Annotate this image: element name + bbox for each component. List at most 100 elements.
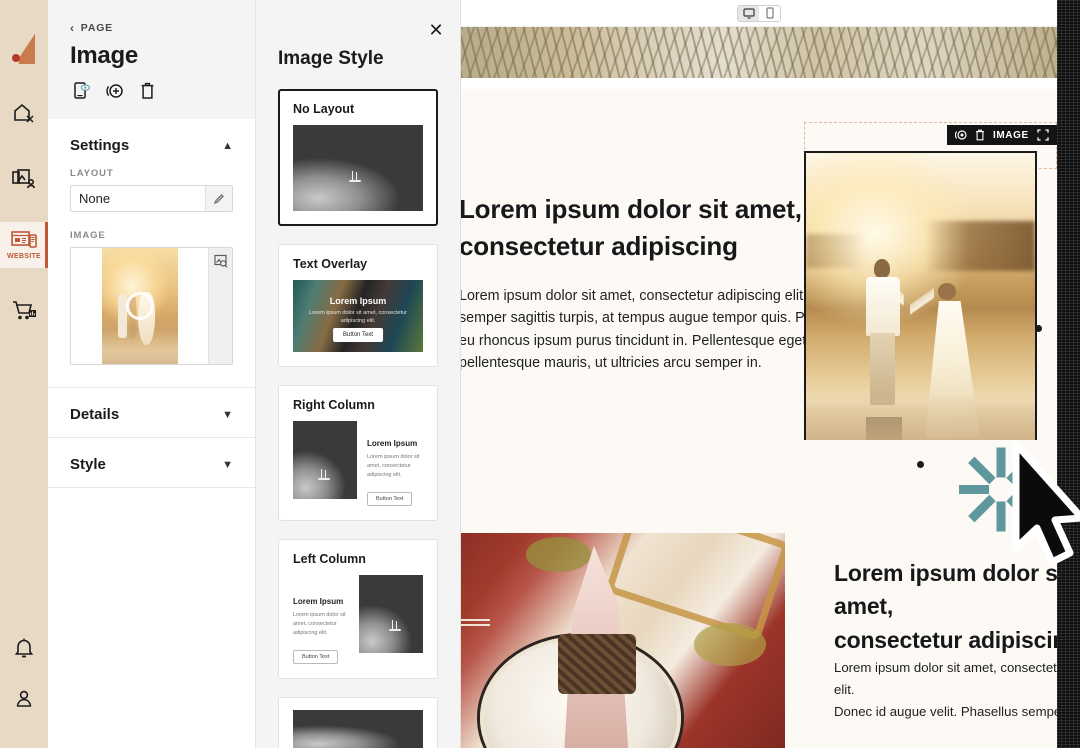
preview-button: Button Text <box>367 492 413 507</box>
chevron-up-icon: ▲ <box>222 139 233 152</box>
hero-gap <box>461 78 1057 89</box>
desktop-view-button[interactable] <box>738 5 759 21</box>
layout-field-label: LAYOUT <box>70 168 114 179</box>
breadcrumb-page[interactable]: ‹ PAGE <box>48 22 255 34</box>
section-two-body[interactable]: Lorem ipsum dolor sit amet, consectetur … <box>834 657 1057 722</box>
mobile-visibility-icon[interactable] <box>74 82 90 105</box>
preview-image <box>293 421 357 499</box>
selected-image-block[interactable] <box>804 151 1037 465</box>
style-section-title: Style <box>70 456 106 473</box>
style-card-title: Text Overlay <box>293 257 368 271</box>
preview-title: Lorem Ipsum <box>329 296 387 306</box>
website-icon <box>11 230 37 248</box>
image-block-toolbar: IMAGE <box>947 125 1057 145</box>
sidebar-item-website-label: WEBSITE <box>7 252 41 260</box>
sidebar-item-account[interactable] <box>14 690 34 714</box>
style-section-toggle[interactable]: Style ▼ <box>48 438 255 487</box>
style-card-text-overlay[interactable]: Text Overlay Lorem Ipsum Lorem ipsum dol… <box>278 244 438 367</box>
image-block-label: IMAGE <box>993 129 1029 141</box>
app-root: WEBSITE ‹ PAGE Image Settings ▲ LAYOUT N… <box>0 0 1080 748</box>
preview-button: Button Text <box>333 328 383 342</box>
style-card-left-column[interactable]: Left Column Lorem Ipsum Lorem ipsum dolo… <box>278 539 438 680</box>
preview-body: Lorem ipsum dolor sit amet, consectetur … <box>309 310 407 325</box>
focal-point-handle[interactable] <box>125 292 154 320</box>
image-style-list: No Layout Text Overlay Lorem Ipsum Lorem… <box>256 70 460 748</box>
trash-icon[interactable] <box>140 82 155 105</box>
panel-header: ‹ PAGE Image <box>48 0 255 119</box>
sidebar-item-notifications[interactable] <box>14 638 34 664</box>
target-icon[interactable] <box>955 129 967 141</box>
preview-image <box>359 575 423 654</box>
image-search-icon <box>213 254 227 268</box>
panel-header-actions <box>48 70 255 105</box>
expand-icon[interactable] <box>1037 129 1049 141</box>
media-library-icon <box>12 169 36 189</box>
details-section-toggle[interactable]: Details ▼ <box>48 388 255 437</box>
hero-banner-image[interactable] <box>461 27 1057 78</box>
mobile-icon <box>765 7 774 19</box>
style-card-title: Left Column <box>293 552 366 567</box>
add-target-icon[interactable] <box>106 82 124 105</box>
sidebar-item-website[interactable]: WEBSITE <box>0 222 48 268</box>
image-thumbnail <box>71 248 208 364</box>
preview-body: Lorem ipsum dolor sit amet, consectetur … <box>293 612 346 637</box>
image-field-label: IMAGE <box>70 230 106 241</box>
left-nav-rail: WEBSITE <box>0 0 48 748</box>
wedding-couple-photo <box>806 153 1035 463</box>
style-preview <box>293 125 423 211</box>
image-picker-field[interactable] <box>70 247 233 365</box>
style-card-no-layout[interactable]: No Layout <box>278 89 438 226</box>
resize-handle-bottom[interactable] <box>917 461 924 468</box>
home-edit-icon <box>14 103 34 123</box>
edit-pencil-icon[interactable] <box>205 186 232 211</box>
page-title: Image <box>70 42 138 69</box>
chevron-down-icon: ▼ <box>222 408 233 421</box>
chevron-down-icon: ▼ <box>222 458 233 471</box>
brand-logo-icon[interactable] <box>7 34 41 70</box>
bell-icon <box>14 638 34 658</box>
page-canvas: Lorem ipsum dolor sit amet, consectetur … <box>461 0 1057 748</box>
store-cart-icon <box>12 301 36 320</box>
mobile-view-button[interactable] <box>759 5 780 21</box>
preview-title: Lorem Ipsum <box>367 439 418 448</box>
boat-icon <box>388 620 402 632</box>
settings-section-toggle[interactable]: Settings ▲ <box>48 119 255 168</box>
settings-section-title: Settings <box>70 137 130 154</box>
style-card-title: Right Column <box>293 398 375 412</box>
details-section-title: Details <box>70 406 120 423</box>
preview-button: Button Text <box>293 650 339 665</box>
divider <box>48 487 255 488</box>
style-card-right-column[interactable]: Right Column Lorem Ipsum Lorem ipsum dol… <box>278 385 438 522</box>
chevron-left-icon: ‹ <box>70 21 75 35</box>
layout-select-value: None <box>79 191 111 206</box>
style-card-next[interactable] <box>278 697 438 748</box>
preview-title: Lorem Ipsum <box>293 597 344 607</box>
boat-icon <box>348 171 362 183</box>
style-preview: Lorem Ipsum Lorem ipsum dolor sit amet, … <box>293 575 423 665</box>
view-toggle <box>737 4 781 22</box>
section-two-heading[interactable]: Lorem ipsum dolor sit amet, consectetur … <box>834 557 1057 657</box>
style-card-title: No Layout <box>293 102 355 116</box>
person-icon <box>16 690 32 707</box>
trash-icon[interactable] <box>975 129 985 141</box>
style-preview <box>293 710 423 748</box>
content-section-two: Lorem ipsum dolor sit amet, consectetur … <box>461 440 1057 748</box>
image-browse-button[interactable] <box>208 248 232 364</box>
resize-handle-right[interactable] <box>1035 325 1042 332</box>
canvas-right-edge <box>1057 0 1080 748</box>
breadcrumb-label: PAGE <box>80 22 113 34</box>
settings-panel: ‹ PAGE Image Settings ▲ LAYOUT None IMAG… <box>48 0 256 748</box>
canvas-topbar <box>461 0 1057 27</box>
style-preview: Lorem Ipsum Lorem ipsum dolor sit amet, … <box>293 280 423 352</box>
style-preview: Lorem Ipsum Lorem ipsum dolor sit amet, … <box>293 421 423 507</box>
sidebar-item-store[interactable] <box>0 288 48 334</box>
table-setting-photo[interactable] <box>461 533 785 748</box>
boat-icon <box>317 469 331 481</box>
preview-body: Lorem ipsum dolor sit amet, consectetur … <box>367 454 420 479</box>
image-style-panel: ✕ Image Style No Layout Text Overlay Lor… <box>256 0 461 748</box>
layout-select[interactable]: None <box>70 185 233 212</box>
sidebar-item-media[interactable] <box>0 156 48 202</box>
desktop-icon <box>742 7 755 19</box>
sidebar-item-home-edit[interactable] <box>0 90 48 136</box>
close-icon[interactable]: ✕ <box>426 20 446 40</box>
